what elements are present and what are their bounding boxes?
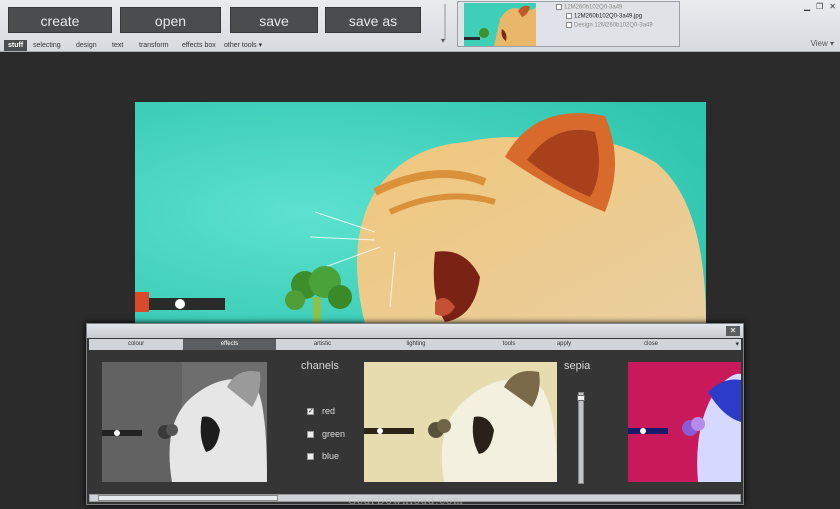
save-as-button[interactable]: save as [325,7,421,33]
restore-icon[interactable]: ❐ [816,2,823,11]
green-checkbox[interactable] [307,430,314,438]
tab-artistic[interactable]: artistic [276,339,369,350]
slider-handle[interactable] [577,394,585,401]
tab-design[interactable]: design [76,40,97,51]
chevron-down-icon[interactable]: ▾ [441,36,445,45]
red-checkbox[interactable]: ✓ [307,407,314,415]
toolbar-divider [444,4,446,40]
tab-selecting[interactable]: selecting [33,40,61,51]
checkbox[interactable] [566,22,572,28]
tree-item-image[interactable]: 12M260b102Q0-3a49.jpg [566,13,642,20]
view-menu[interactable]: View ▾ [811,39,834,48]
scrollbar-thumb[interactable] [98,495,278,501]
sepia-preview[interactable] [364,362,557,482]
tree-item-project[interactable]: 12M260b102Q0-3a49 [556,4,622,11]
color-effect-preview[interactable] [628,362,741,482]
sepia-slider[interactable] [577,392,585,484]
close-icon[interactable]: ✕ [829,2,836,11]
tab-tools[interactable]: tools [489,339,529,350]
channel-option-red[interactable]: ✓ red [307,406,335,416]
tab-lighting[interactable]: lighting [369,339,463,350]
sepia-cat-image [364,362,557,482]
main-toolbar: create open save save as ▾ stuff selecti… [0,0,840,52]
dialog-tabs: colour effects artistic lighting tools a… [89,339,741,350]
canvas-image[interactable] [135,102,706,324]
dialog-title-bar[interactable]: ✕ [87,324,743,338]
tab-transform[interactable]: transform [139,40,169,51]
tab-effects[interactable]: effects [183,339,276,350]
pink-cat-image [628,362,741,482]
blue-checkbox[interactable] [307,452,314,460]
save-button[interactable]: save [230,7,318,33]
tab-text[interactable]: text [112,40,123,51]
open-button[interactable]: open [120,7,221,33]
minimize-icon[interactable]: ▁ [804,2,810,11]
chevron-down-icon[interactable]: ▾ [735,340,739,348]
create-button[interactable]: create [8,7,112,33]
channels-title: chanels [301,360,339,372]
tree-item-design[interactable]: Design 12M260b102Q0-3a49 [566,22,653,29]
tab-stuff[interactable]: stuff [4,40,28,51]
tab-other-tools[interactable]: other tools ▾ [224,40,262,51]
tab-effects-box[interactable]: effects box [182,40,216,51]
file-panel: 12M260b102Q0-3a49 12M260b102Q0-3a49.jpg … [457,1,680,47]
checkbox[interactable] [566,13,572,19]
tab-colour[interactable]: colour [89,339,183,350]
sepia-title: sepia [564,360,591,372]
file-thumbnail[interactable] [464,3,536,46]
tab-apply[interactable]: apply [544,339,584,350]
effects-dialog: ✕ colour effects artistic lighting tools… [86,323,744,505]
checkbox[interactable] [556,4,562,10]
ribbon-tabs: stuff selecting design text transform ef… [0,40,440,51]
watermark: GearDownload.com [348,496,464,507]
window-controls: ▁ ❐ ✕ [804,2,836,11]
grayscale-preview[interactable] [102,362,267,482]
cat-thumbnail-image [464,3,536,46]
close-icon[interactable]: ✕ [726,326,740,336]
tab-close[interactable]: close [619,339,683,350]
grayscale-cat-image [102,362,267,482]
channel-option-blue[interactable]: blue [307,451,339,461]
cat-photo [135,102,706,324]
channel-option-green[interactable]: green [307,429,345,439]
